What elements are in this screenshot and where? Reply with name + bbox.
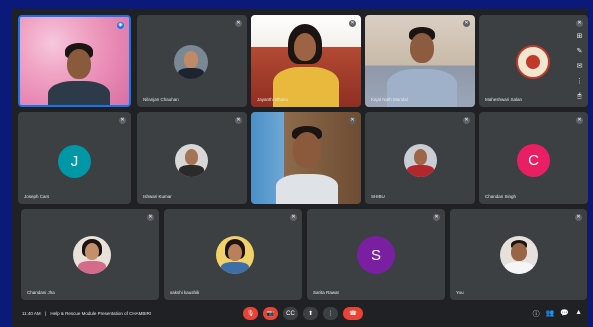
more-options-button[interactable]: ⋮ [323, 307, 338, 320]
mic-off-icon: ✕ [576, 117, 583, 124]
end-call-button[interactable]: ☎ [343, 307, 363, 320]
mic-off-icon: ✕ [463, 117, 470, 124]
chat-icon[interactable]: 💬 [560, 309, 569, 319]
participant-tile[interactable]: ✕ Nilanjan Chauhan [137, 15, 247, 107]
meeting-details: 11:40 AM | Help & Rescue Module Presenta… [22, 311, 151, 316]
participant-tile[interactable]: J ✕ Joseph Cars [18, 112, 131, 204]
participant-name: Jayanthi Bhanu [257, 97, 289, 102]
bottom-control-bar: 11:40 AM | Help & Rescue Module Presenta… [12, 303, 588, 327]
participant-avatar [500, 236, 538, 274]
mic-off-icon: ✕ [235, 20, 242, 27]
participant-avatar [175, 144, 208, 177]
mic-off-icon: ✕ [575, 214, 582, 221]
participant-tile-you[interactable]: ✕ You [450, 209, 587, 300]
mouse-icon[interactable]: 🖱 [577, 93, 581, 101]
mic-off-icon: ✕ [147, 214, 154, 221]
mic-off-icon: ✕ [433, 214, 440, 221]
video-shirt [48, 81, 110, 105]
participant-avatar [73, 236, 111, 274]
participant-tile[interactable]: C ✕ Chandan Singh [479, 112, 588, 204]
participant-avatar-initial: C [517, 144, 550, 177]
participant-tile[interactable]: ✕ sakshi kaushik [164, 209, 302, 300]
participant-tile[interactable]: ✕ Chandani Jha [21, 209, 159, 300]
meeting-title: Help & Rescue Module Presentation of CHA… [50, 311, 152, 316]
participant-name: Maheshwari Salan [485, 97, 523, 102]
meeting-time: 11:40 AM [22, 311, 41, 316]
participant-tile[interactable]: ✕ Ishwari Kumar [137, 112, 247, 204]
participant-name: SHIBU [371, 194, 385, 199]
participant-tile[interactable]: S ✕ Sarita Rawat [307, 209, 445, 300]
participant-tile[interactable]: ✕ SHIBU [365, 112, 475, 204]
participant-avatar-initial: S [357, 236, 395, 274]
present-button[interactable]: ⬆ [303, 307, 318, 320]
meet-window: ◉ ✕ Nilanjan Chauhan ✕ Jayanthi Bhanu ✕ … [12, 9, 588, 327]
activities-icon[interactable]: ▲ [575, 309, 582, 319]
participant-name: Kajal Nath Mandal [371, 97, 408, 102]
mic-off-icon: ✕ [119, 117, 126, 124]
more-options-icon[interactable]: ⋮ [576, 78, 583, 86]
mic-off-icon: ✕ [290, 214, 297, 221]
participant-avatar [216, 236, 254, 274]
meeting-tools: ⓘ 👥 💬 ▲ [533, 309, 582, 319]
captions-button[interactable]: CC [283, 307, 298, 320]
mic-off-icon: ✕ [463, 20, 470, 27]
mic-active-icon: ◉ [117, 22, 124, 29]
mic-off-icon: ✕ [576, 20, 583, 27]
meeting-separator: | [44, 311, 47, 316]
participant-name: You [456, 290, 464, 295]
participant-name: Nilanjan Chauhan [143, 97, 179, 102]
message-icon[interactable]: ✉ [577, 63, 583, 71]
video-face [67, 49, 91, 79]
participant-tile[interactable]: ✕ Maheshwari Salan [479, 15, 588, 107]
people-icon[interactable]: 👥 [546, 309, 555, 319]
camera-toggle-button[interactable]: 📷 [263, 307, 278, 320]
participant-avatar-initial: J [58, 145, 91, 178]
participant-avatar [516, 45, 550, 79]
mic-off-icon: ✕ [349, 20, 356, 27]
participant-avatar [174, 45, 208, 79]
grid-icon[interactable]: ⊞ [577, 33, 583, 41]
participant-name: sakshi kaushik [170, 290, 200, 295]
info-icon[interactable]: ⓘ [533, 309, 540, 319]
pen-icon[interactable]: ✎ [577, 48, 583, 56]
side-toolbar: ⊞ ✎ ✉ ⋮ 🖱 [574, 33, 585, 101]
participant-tile-video[interactable]: ✕ [251, 112, 361, 204]
mic-off-icon: ✕ [349, 117, 356, 124]
participant-tile-video[interactable]: ✕ Jayanthi Bhanu [251, 15, 361, 107]
participant-name: Sarita Rawat [313, 290, 339, 295]
participant-tile-self-video[interactable]: ◉ [18, 15, 131, 107]
mic-toggle-button[interactable]: 🎙 [243, 307, 258, 320]
participant-name: Ishwari Kumar [143, 194, 172, 199]
participant-tile-video[interactable]: ✕ Kajal Nath Mandal [365, 15, 475, 107]
participant-name: Chandan Singh [485, 194, 517, 199]
participant-name: Chandani Jha [27, 290, 55, 295]
participant-name: Joseph Cars [24, 194, 50, 199]
participant-avatar [404, 144, 437, 177]
mic-off-icon: ✕ [235, 117, 242, 124]
